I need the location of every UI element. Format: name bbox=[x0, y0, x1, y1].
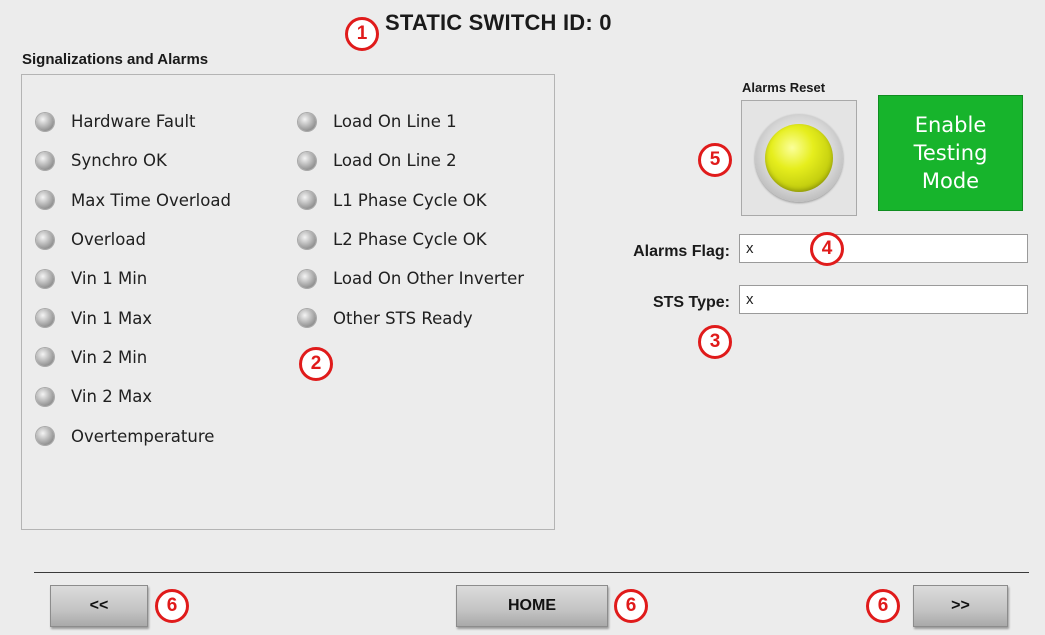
signal-label: Max Time Overload bbox=[71, 190, 231, 210]
signal-item: Hardware Fault bbox=[36, 102, 231, 141]
signal-label: L1 Phase Cycle OK bbox=[333, 190, 487, 210]
footer-divider bbox=[34, 572, 1029, 573]
signal-label: Vin 2 Max bbox=[71, 387, 153, 407]
signal-item: Synchro OK bbox=[36, 141, 231, 180]
callout-marker: 2 bbox=[299, 347, 333, 381]
status-led-icon bbox=[298, 151, 316, 170]
signalizations-section-label: Signalizations and Alarms bbox=[22, 51, 209, 68]
status-led-icon bbox=[298, 309, 316, 328]
signal-item: Vin 1 Max bbox=[36, 298, 231, 337]
callout-marker: 6 bbox=[614, 589, 648, 623]
signal-label: Other STS Ready bbox=[333, 308, 473, 328]
callout-marker: 6 bbox=[866, 589, 900, 623]
signal-item: L2 Phase Cycle OK bbox=[298, 220, 524, 259]
status-led-icon bbox=[36, 230, 54, 249]
status-led-icon bbox=[36, 348, 54, 367]
prev-page-button[interactable]: << bbox=[50, 585, 148, 627]
alarms-reset-button[interactable] bbox=[741, 100, 857, 216]
signal-label: Overload bbox=[71, 230, 146, 250]
signal-column-2: Load On Line 1 Load On Line 2 L1 Phase Cyc… bbox=[298, 102, 524, 338]
status-led-icon bbox=[36, 191, 54, 210]
signal-item: Load On Line 1 bbox=[298, 102, 524, 141]
signal-item: Other STS Ready bbox=[298, 298, 524, 337]
sts-type-field[interactable] bbox=[739, 285, 1028, 314]
signal-item: Vin 2 Min bbox=[36, 338, 231, 377]
sts-type-label: STS Type: bbox=[652, 294, 730, 311]
callout-marker: 6 bbox=[155, 589, 189, 623]
status-led-icon bbox=[298, 191, 316, 210]
status-led-icon bbox=[36, 387, 54, 406]
status-led-icon bbox=[36, 151, 54, 170]
signal-label: Hardware Fault bbox=[71, 112, 196, 132]
lamp-bezel bbox=[755, 114, 843, 202]
enable-testing-mode-button[interactable]: Enable Testing Mode bbox=[878, 95, 1023, 211]
signal-label: Overtemperature bbox=[71, 426, 215, 446]
home-button[interactable]: HOME bbox=[456, 585, 608, 627]
page-title: STATIC SWITCH ID: 0 bbox=[385, 10, 612, 35]
status-led-icon bbox=[36, 309, 54, 328]
signal-label: Vin 1 Max bbox=[71, 308, 153, 328]
callout-marker: 1 bbox=[345, 17, 379, 51]
signal-label: Vin 2 Min bbox=[71, 347, 148, 367]
signal-item: Load On Other Inverter bbox=[298, 259, 524, 298]
status-led-icon bbox=[36, 112, 54, 131]
signal-label: Vin 1 Min bbox=[71, 269, 148, 289]
signal-item: Overload bbox=[36, 220, 231, 259]
signalizations-panel: Hardware Fault Synchro OK Max Time Overloa… bbox=[21, 74, 555, 530]
alarms-flag-field[interactable] bbox=[739, 234, 1028, 263]
signal-item: Overtemperature bbox=[36, 416, 231, 455]
signal-item: L1 Phase Cycle OK bbox=[298, 181, 524, 220]
status-led-icon bbox=[36, 269, 54, 288]
signal-column-1: Hardware Fault Synchro OK Max Time Overloa… bbox=[36, 102, 231, 456]
signal-label: Load On Line 1 bbox=[333, 112, 457, 132]
alarms-reset-label: Alarms Reset bbox=[742, 80, 826, 95]
status-led-icon bbox=[298, 230, 316, 249]
callout-marker: 3 bbox=[698, 325, 732, 359]
alarms-flag-label: Alarms Flag: bbox=[633, 243, 730, 260]
status-led-icon bbox=[36, 427, 54, 446]
status-led-icon bbox=[298, 269, 316, 288]
next-page-button[interactable]: >> bbox=[913, 585, 1008, 627]
callout-marker: 4 bbox=[810, 232, 844, 266]
signal-label: L2 Phase Cycle OK bbox=[333, 230, 487, 250]
signal-label: Load On Other Inverter bbox=[333, 269, 525, 289]
callout-marker: 5 bbox=[698, 143, 732, 177]
signal-item: Vin 2 Max bbox=[36, 377, 231, 416]
signal-item: Vin 1 Min bbox=[36, 259, 231, 298]
signal-item: Load On Line 2 bbox=[298, 141, 524, 180]
signal-item: Max Time Overload bbox=[36, 181, 231, 220]
status-led-icon bbox=[298, 112, 316, 131]
signal-label: Synchro OK bbox=[71, 151, 167, 171]
signal-label: Load On Line 2 bbox=[333, 151, 457, 171]
enable-testing-mode-label: Enable Testing Mode bbox=[913, 113, 988, 193]
indicator-lamp-icon bbox=[765, 124, 833, 192]
